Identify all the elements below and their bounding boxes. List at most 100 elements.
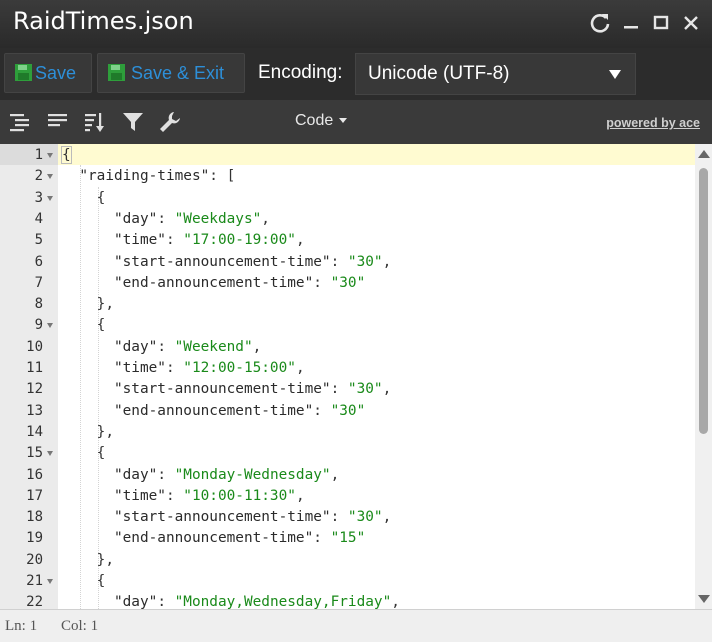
code-line: }, (62, 422, 114, 443)
window-title: RaidTimes.json (13, 7, 194, 35)
save-button[interactable]: Save (4, 53, 92, 93)
json-key: "end-announcement-time" (113, 402, 314, 419)
json-punct: : (313, 530, 331, 547)
json-string: "10:00-11:30" (183, 487, 296, 504)
json-key: "day" (113, 594, 158, 609)
code-line: "end-announcement-time": "30" (62, 273, 365, 294)
json-punct: , (382, 253, 392, 270)
json-punct: : (157, 594, 175, 609)
scroll-down-icon[interactable] (698, 595, 710, 603)
json-punct: : (313, 274, 331, 291)
line-number: 9 (34, 317, 43, 334)
status-col: Col: 1 (61, 618, 99, 634)
code-line: }, (62, 294, 114, 315)
json-string: "30" (347, 381, 383, 398)
powered-by-link[interactable]: powered by ace (606, 116, 700, 130)
json-key: "start-announcement-time" (113, 253, 331, 270)
mode-label: Code (295, 112, 334, 129)
refresh-icon[interactable] (588, 10, 612, 36)
code-line: "day": "Monday,Wednesday,Friday", (62, 592, 400, 609)
json-string: "15" (330, 530, 366, 547)
save-label: Save (35, 63, 77, 83)
json-punct: : (157, 338, 175, 355)
json-punct: }, (96, 551, 114, 568)
code-line: { (62, 571, 106, 592)
format-icon[interactable] (47, 111, 69, 133)
code-editor[interactable]: 1 2 3 4 5 6 7 8 9 10 11 12 13 14 15 16 17 18 19 20 21 22 { "r… (0, 144, 712, 609)
fold-arrow-icon[interactable] (47, 323, 53, 329)
minimize-icon[interactable] (620, 10, 644, 36)
encoding-select[interactable]: Unicode (UTF-8) (355, 53, 636, 95)
status-bar: Ln: 1 Col: 1 (0, 609, 712, 642)
json-string: "30" (330, 402, 366, 419)
ace-toolbar: Code powered by ace (0, 100, 712, 144)
line-number: 13 (26, 402, 43, 419)
line-number: 1 (34, 147, 43, 163)
scroll-thumb[interactable] (699, 168, 708, 434)
json-key: "time" (113, 487, 166, 504)
save-exit-label: Save & Exit (131, 63, 225, 83)
active-line-highlight (58, 144, 695, 165)
json-key: "raiding-times" (79, 168, 210, 185)
code-line: "time": "17:00-19:00", (62, 230, 305, 251)
json-key: "time" (113, 360, 166, 376)
save-exit-button[interactable]: Save & Exit (97, 53, 245, 93)
json-key: "start-announcement-time" (113, 509, 331, 526)
code-line: "start-announcement-time": "30", (62, 379, 391, 400)
json-string: "30" (330, 274, 366, 291)
sort-icon[interactable] (84, 111, 106, 133)
json-punct: : (330, 381, 348, 398)
code-line: "day": "Monday-Wednesday", (62, 465, 339, 486)
code-line: { (61, 145, 72, 166)
caret-down-icon (339, 118, 348, 124)
json-punct: { (61, 146, 72, 164)
fold-arrow-icon[interactable] (47, 153, 53, 158)
scroll-up-icon[interactable] (698, 150, 710, 158)
wrench-icon[interactable] (159, 111, 181, 133)
json-key: "end-announcement-time" (113, 530, 314, 547)
chevron-down-icon (609, 70, 621, 79)
filter-icon[interactable] (122, 111, 144, 133)
line-number: 10 (26, 338, 43, 355)
code-line: "raiding-times": [ (62, 166, 235, 187)
json-punct: : [ (209, 168, 236, 185)
json-string: "30" (347, 509, 383, 526)
json-punct: : (165, 487, 184, 504)
line-number: 12 (26, 381, 43, 398)
vertical-scrollbar[interactable] (695, 144, 712, 609)
fold-arrow-icon[interactable] (47, 195, 53, 201)
save-icon (108, 64, 125, 81)
line-number: 15 (26, 445, 43, 462)
json-string: "Monday,Wednesday,Friday" (174, 594, 392, 609)
fold-arrow-icon[interactable] (47, 174, 53, 180)
json-string: "Monday-Wednesday" (174, 466, 331, 483)
json-punct: }, (96, 296, 114, 313)
json-punct: }, (96, 423, 114, 440)
maximize-icon[interactable] (650, 10, 674, 36)
code-line: }, (62, 550, 114, 571)
indent-icon[interactable] (9, 111, 31, 133)
json-string: "12:00-15:00" (183, 360, 296, 376)
json-string: "Weekdays" (174, 210, 262, 227)
json-key: "day" (113, 210, 158, 227)
code-line: { (62, 188, 106, 209)
json-punct: , (252, 338, 262, 355)
line-number: 3 (34, 189, 43, 206)
json-punct: : (330, 509, 348, 526)
code-line: "time": "12:00-15:00", (62, 358, 305, 379)
json-string: "30" (347, 253, 383, 270)
fold-arrow-icon[interactable] (47, 451, 53, 457)
json-punct: { (96, 445, 106, 462)
code-line: { (62, 443, 106, 464)
close-icon[interactable] (680, 10, 704, 36)
mode-dropdown[interactable]: Code (295, 112, 348, 130)
line-number: 20 (26, 551, 43, 568)
json-punct: , (295, 487, 305, 504)
fold-arrow-icon[interactable] (47, 579, 53, 584)
encoding-label: Encoding: (258, 62, 343, 83)
status-line: Ln: 1 (5, 618, 38, 634)
json-punct: { (96, 317, 106, 334)
line-number: 2 (34, 168, 43, 185)
json-key: "day" (113, 466, 158, 483)
line-number: 7 (34, 274, 43, 291)
